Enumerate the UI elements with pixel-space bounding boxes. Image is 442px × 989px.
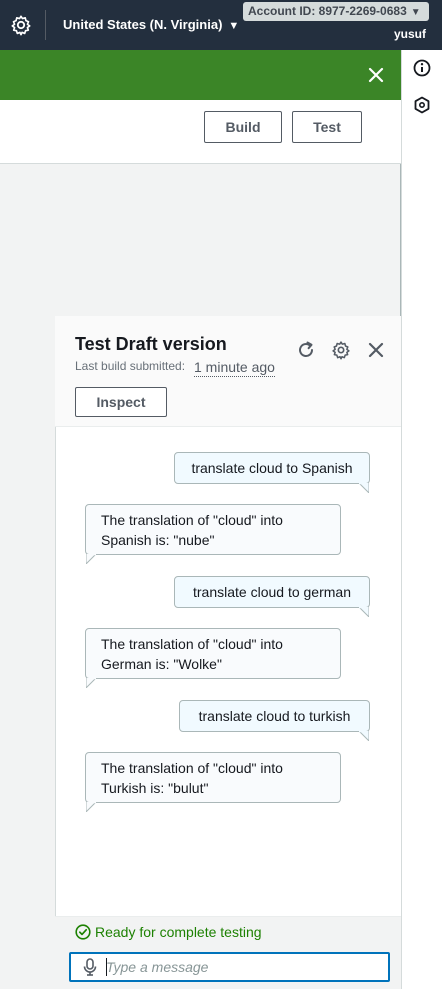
topbar-divider xyxy=(45,10,46,40)
settings-gear-icon[interactable] xyxy=(10,14,32,36)
message-tail xyxy=(86,678,96,688)
inspect-button[interactable]: Inspect xyxy=(75,387,167,417)
test-panel-title: Test Draft version xyxy=(75,334,227,354)
message-tail xyxy=(86,554,96,564)
hexagon-icon[interactable] xyxy=(413,96,431,114)
message-tail xyxy=(359,607,369,617)
message-text: translate cloud to Spanish xyxy=(191,460,353,476)
message-line: The translation of "cloud" into xyxy=(101,636,283,652)
user-message: translate cloud to german xyxy=(174,576,370,608)
bot-message: The translation of "cloud" into Spanish … xyxy=(85,504,341,555)
bot-message: The translation of "cloud" into German i… xyxy=(85,628,341,679)
message-line: Spanish is: "nube" xyxy=(101,532,215,548)
region-selector[interactable]: United States (N. Virginia) ▼ xyxy=(63,17,239,32)
build-button[interactable]: Build xyxy=(204,111,282,143)
right-utility-rail xyxy=(401,50,442,989)
microphone-icon[interactable] xyxy=(82,958,98,976)
check-circle-icon xyxy=(75,924,91,940)
message-line: German is: "Wolke" xyxy=(101,656,222,672)
test-button[interactable]: Test xyxy=(292,111,362,143)
message-tail xyxy=(86,802,96,812)
account-id-label: Account ID: 8977-2269-0683 xyxy=(248,4,407,18)
gear-icon[interactable] xyxy=(331,340,351,360)
last-build-label: Last build submitted: xyxy=(75,359,186,373)
user-menu[interactable]: yusuf xyxy=(394,27,426,41)
user-message: translate cloud to Spanish xyxy=(174,452,370,484)
text-cursor xyxy=(106,958,107,976)
message-line: Turkish is: "bulut" xyxy=(101,780,209,796)
info-icon[interactable] xyxy=(413,59,431,77)
refresh-icon[interactable] xyxy=(296,340,316,360)
message-text: translate cloud to turkish xyxy=(198,708,351,724)
message-line: The translation of "cloud" into xyxy=(101,512,283,528)
close-icon[interactable] xyxy=(366,65,386,85)
message-input[interactable] xyxy=(106,956,382,978)
message-tail xyxy=(359,483,369,493)
close-icon[interactable] xyxy=(367,341,385,359)
message-text: translate cloud to german xyxy=(193,584,351,600)
success-flash-banner xyxy=(0,50,401,100)
bot-message: The translation of "cloud" into Turkish … xyxy=(85,752,341,803)
last-build-time: 1 minute ago xyxy=(194,359,275,377)
account-id-menu[interactable]: Account ID: 8977-2269-0683 ▼ xyxy=(243,2,429,21)
message-tail xyxy=(359,731,369,741)
caret-down-icon: ▼ xyxy=(410,7,421,18)
message-line: The translation of "cloud" into xyxy=(101,760,283,776)
region-label: United States (N. Virginia) xyxy=(63,17,223,32)
caret-down-icon: ▼ xyxy=(228,20,240,32)
user-message: translate cloud to turkish xyxy=(179,700,370,732)
ready-status-text: Ready for complete testing xyxy=(95,924,262,940)
